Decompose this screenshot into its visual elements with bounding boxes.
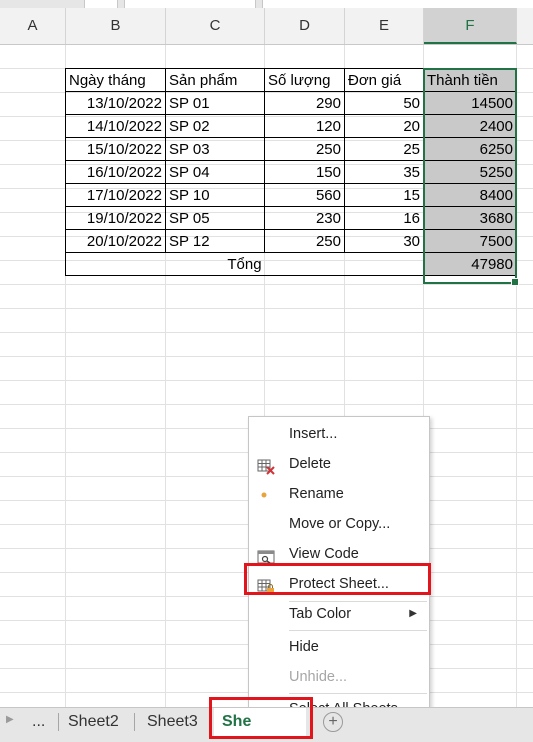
amount-cell[interactable]: 6250 bbox=[423, 137, 517, 161]
product-cell[interactable]: SP 02 bbox=[165, 114, 265, 138]
amount-cell[interactable]: 3680 bbox=[423, 206, 517, 230]
data-table: Ngày tháng Sản phẩm Số lượng Đơn giá Thà… bbox=[65, 68, 517, 276]
date-cell[interactable]: 19/10/2022 bbox=[65, 206, 166, 230]
product-cell[interactable]: SP 12 bbox=[165, 229, 265, 253]
amount-cell[interactable]: 14500 bbox=[423, 91, 517, 115]
delete-sheet-icon bbox=[257, 456, 275, 475]
table-row: 19/10/2022 SP 05 230 16 3680 bbox=[65, 206, 517, 230]
table-row: 17/10/2022 SP 10 560 15 8400 bbox=[65, 183, 517, 207]
tab-divider bbox=[134, 713, 135, 731]
date-cell[interactable]: 15/10/2022 bbox=[65, 137, 166, 161]
highlight-box-active-tab bbox=[209, 697, 313, 739]
price-cell[interactable]: 25 bbox=[344, 137, 424, 161]
top-tab-segment bbox=[124, 0, 256, 8]
table-row: 13/10/2022 SP 01 290 50 14500 bbox=[65, 91, 517, 115]
menu-item-label: Insert... bbox=[289, 426, 338, 442]
menu-item-label: Move or Copy... bbox=[289, 516, 391, 532]
date-cell[interactable]: 16/10/2022 bbox=[65, 160, 166, 184]
header-cell[interactable]: Đơn giá bbox=[344, 68, 424, 92]
menu-item-label: Hide bbox=[289, 639, 319, 655]
table-row: 16/10/2022 SP 04 150 35 5250 bbox=[65, 160, 517, 184]
price-cell[interactable]: 50 bbox=[344, 91, 424, 115]
quantity-cell[interactable]: 560 bbox=[264, 183, 345, 207]
menu-item-delete[interactable]: Delete bbox=[249, 449, 429, 479]
table-header-row: Ngày tháng Sản phẩm Số lượng Đơn giá Thà… bbox=[65, 68, 517, 92]
date-cell[interactable]: 17/10/2022 bbox=[65, 183, 166, 207]
column-header-row: A B C D E F bbox=[0, 8, 533, 45]
price-cell[interactable]: 35 bbox=[344, 160, 424, 184]
header-cell[interactable]: Số lượng bbox=[264, 68, 345, 92]
amount-cell[interactable]: 8400 bbox=[423, 183, 517, 207]
total-row: Tổng 47980 bbox=[65, 252, 517, 276]
menu-item-label: Delete bbox=[289, 456, 331, 472]
tab-divider bbox=[58, 713, 59, 731]
menu-item-label: Tab Color bbox=[289, 606, 352, 622]
column-header-b[interactable]: B bbox=[66, 8, 166, 44]
header-cell[interactable]: Thành tiền bbox=[423, 68, 517, 92]
header-cell[interactable]: Sản phẩm bbox=[165, 68, 265, 92]
product-cell[interactable]: SP 01 bbox=[165, 91, 265, 115]
menu-item-insert[interactable]: Insert... bbox=[249, 419, 429, 449]
quantity-cell[interactable]: 290 bbox=[264, 91, 345, 115]
quantity-cell[interactable]: 230 bbox=[264, 206, 345, 230]
price-cell[interactable]: 15 bbox=[344, 183, 424, 207]
product-cell[interactable]: SP 10 bbox=[165, 183, 265, 207]
amount-cell[interactable]: 5250 bbox=[423, 160, 517, 184]
date-cell[interactable]: 20/10/2022 bbox=[65, 229, 166, 253]
price-cell[interactable]: 20 bbox=[344, 114, 424, 138]
ribbon-bottom-strip bbox=[0, 0, 533, 8]
column-header-e[interactable]: E bbox=[345, 8, 424, 44]
menu-item-label: Rename bbox=[289, 486, 344, 502]
menu-item-rename[interactable]: Rename bbox=[249, 479, 429, 509]
top-tab-segment bbox=[262, 0, 533, 8]
quantity-cell[interactable]: 150 bbox=[264, 160, 345, 184]
product-cell[interactable]: SP 04 bbox=[165, 160, 265, 184]
column-header-f[interactable]: F bbox=[424, 8, 517, 44]
quantity-cell[interactable]: 250 bbox=[264, 137, 345, 161]
column-header-d[interactable]: D bbox=[265, 8, 345, 44]
menu-item-tab-color[interactable]: Tab Color ▶ bbox=[249, 599, 429, 629]
menu-item-label: Unhide... bbox=[289, 669, 348, 685]
menu-item-move-or-copy[interactable]: Move or Copy... bbox=[249, 509, 429, 539]
tab-overflow[interactable]: ... bbox=[24, 708, 53, 736]
highlight-box-protect-sheet bbox=[244, 563, 431, 595]
table-row: 20/10/2022 SP 12 250 30 7500 bbox=[65, 229, 517, 253]
menu-item-hide[interactable]: Hide bbox=[249, 632, 429, 662]
header-cell[interactable]: Ngày tháng bbox=[65, 68, 166, 92]
tab-sheet3[interactable]: Sheet3 bbox=[139, 708, 206, 736]
price-cell[interactable]: 16 bbox=[344, 206, 424, 230]
add-sheet-button[interactable]: + bbox=[323, 712, 343, 732]
quantity-cell[interactable]: 120 bbox=[264, 114, 345, 138]
table-row: 14/10/2022 SP 02 120 20 2400 bbox=[65, 114, 517, 138]
menu-separator bbox=[289, 630, 427, 631]
submenu-arrow-icon: ▶ bbox=[409, 608, 417, 619]
table-row: 15/10/2022 SP 03 250 25 6250 bbox=[65, 137, 517, 161]
total-label-cell[interactable]: Tổng bbox=[65, 252, 424, 276]
date-cell[interactable]: 13/10/2022 bbox=[65, 91, 166, 115]
column-header-c[interactable]: C bbox=[166, 8, 265, 44]
product-cell[interactable]: SP 05 bbox=[165, 206, 265, 230]
top-tab-segment bbox=[84, 0, 118, 8]
dot-icon bbox=[257, 486, 275, 502]
menu-item-unhide: Unhide... bbox=[249, 662, 429, 692]
product-cell[interactable]: SP 03 bbox=[165, 137, 265, 161]
amount-cell[interactable]: 2400 bbox=[423, 114, 517, 138]
quantity-cell[interactable]: 250 bbox=[264, 229, 345, 253]
view-code-icon bbox=[257, 546, 275, 564]
amount-cell[interactable]: 7500 bbox=[423, 229, 517, 253]
date-cell[interactable]: 14/10/2022 bbox=[65, 114, 166, 138]
total-value-cell[interactable]: 47980 bbox=[423, 252, 517, 276]
tab-sheet2[interactable]: Sheet2 bbox=[60, 708, 127, 736]
price-cell[interactable]: 30 bbox=[344, 229, 424, 253]
column-header-a[interactable]: A bbox=[0, 8, 66, 44]
scroll-left-icon[interactable]: ▶ bbox=[6, 714, 14, 725]
